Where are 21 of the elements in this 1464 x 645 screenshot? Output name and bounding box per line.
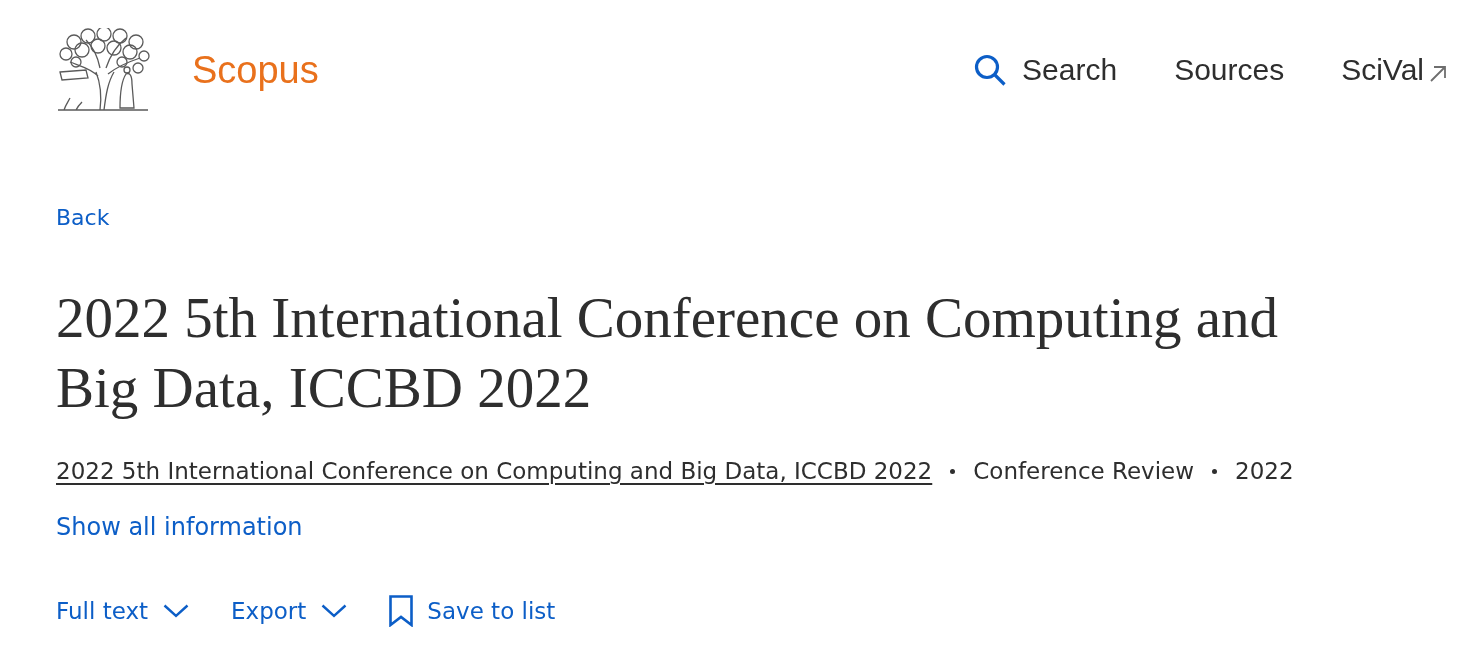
search-icon (974, 54, 1007, 86)
brand-name[interactable]: Scopus (192, 48, 319, 92)
show-all-link[interactable]: Show all information (56, 512, 303, 542)
page-title: 2022 5th International Conference on Computing and Big Data, ICCBD 2022 (56, 285, 1280, 421)
publication-year: 2022 (1235, 457, 1294, 486)
nav-link[interactable]: Search (974, 52, 1118, 88)
nav-link[interactable]: SciVal (1341, 52, 1446, 88)
dropdown-button[interactable]: Full text (56, 596, 190, 626)
document-type: Conference Review (973, 457, 1195, 486)
bullet-icon (1212, 468, 1218, 474)
chevron-down-icon (163, 604, 190, 618)
nav-link[interactable]: Sources (1174, 52, 1285, 88)
dropdown-button[interactable]: Export (231, 596, 348, 626)
tree-logo-icon (56, 28, 150, 112)
bullet-icon (950, 468, 956, 474)
external-link-icon (1430, 66, 1446, 82)
back-link[interactable]: Back (56, 203, 110, 233)
chevron-down-icon (321, 604, 348, 618)
source-link[interactable]: 2022 5th International Conference on Computing and Big Data, ICCBD 2022 (56, 456, 933, 486)
bookmark-icon (389, 595, 414, 627)
save-to-list-button[interactable]: Save to list (389, 595, 556, 627)
